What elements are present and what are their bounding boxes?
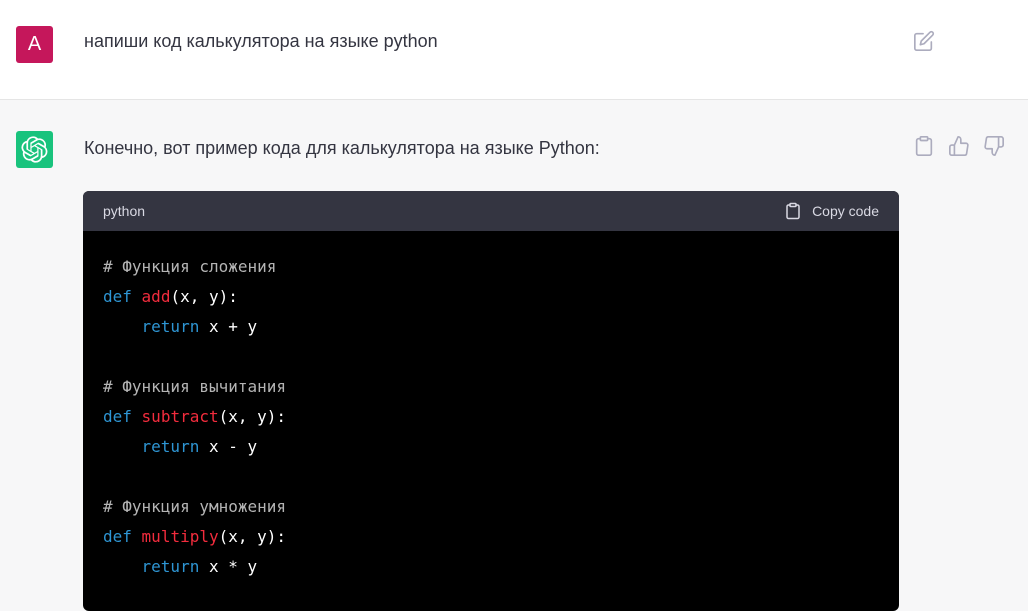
- code-token-plain: x * y: [199, 557, 258, 576]
- thumbs-down-icon[interactable]: [983, 135, 1005, 157]
- clipboard-icon: [786, 202, 800, 220]
- code-line: # Функция сложения: [103, 252, 286, 282]
- code-line: def add(x, y):: [103, 282, 286, 312]
- code-token-kw: def: [103, 527, 132, 546]
- assistant-message-text: Конечно, вот пример кода для калькулятор…: [84, 138, 600, 158]
- code-token-plain: (x, y):: [218, 407, 287, 426]
- edit-icon[interactable]: [913, 30, 935, 52]
- assistant-message-row: Конечно, вот пример кода для калькулятор…: [0, 100, 1028, 611]
- code-line: return x + y: [103, 312, 286, 342]
- code-token-plain: (x, y):: [218, 527, 287, 546]
- code-token-kw: def: [103, 287, 132, 306]
- code-line: return x - y: [103, 432, 286, 462]
- user-avatar: A: [16, 26, 53, 63]
- code-language-label: python: [103, 203, 146, 219]
- code-line: return x * y: [103, 552, 286, 582]
- code-token-plain: x - y: [199, 437, 258, 456]
- code-line: # Функция вычитания: [103, 372, 286, 402]
- code-line: def multiply(x, y):: [103, 522, 286, 552]
- copy-code-label: Copy code: [812, 203, 879, 219]
- thumbs-up-icon[interactable]: [948, 135, 970, 157]
- user-message-row: A напиши код калькулятора на языке pytho…: [0, 0, 1028, 100]
- code-token-kw: def: [103, 407, 132, 426]
- code-line: # Функция умножения: [103, 492, 286, 522]
- user-message-text: напиши код калькулятора на языке python: [84, 31, 438, 51]
- code-token-comment: # Функция вычитания: [103, 377, 287, 396]
- code-block-header: python Copy code: [83, 191, 899, 231]
- openai-logo-icon: [21, 136, 48, 163]
- code-block: python Copy code # Функция сложения def a…: [83, 191, 899, 611]
- code-token-plain: x + y: [199, 317, 258, 336]
- code-token-fn: add: [141, 287, 171, 306]
- code-token-kw: return: [141, 317, 200, 336]
- code-token-comment: # Функция умножения: [103, 497, 287, 516]
- code-content: # Функция сложения def add(x, y): return …: [103, 252, 286, 582]
- copy-code-button[interactable]: Copy code: [784, 201, 879, 221]
- code-token-kw: return: [141, 557, 200, 576]
- code-token-fn: subtract: [141, 407, 219, 426]
- code-line: def subtract(x, y):: [103, 402, 286, 432]
- code-token-fn: multiply: [141, 527, 219, 546]
- code-token-plain: (x, y):: [170, 287, 238, 306]
- assistant-avatar: [16, 131, 53, 168]
- clipboard-icon[interactable]: [913, 135, 935, 157]
- code-token-kw: return: [141, 437, 200, 456]
- code-token-comment: # Функция сложения: [103, 257, 277, 276]
